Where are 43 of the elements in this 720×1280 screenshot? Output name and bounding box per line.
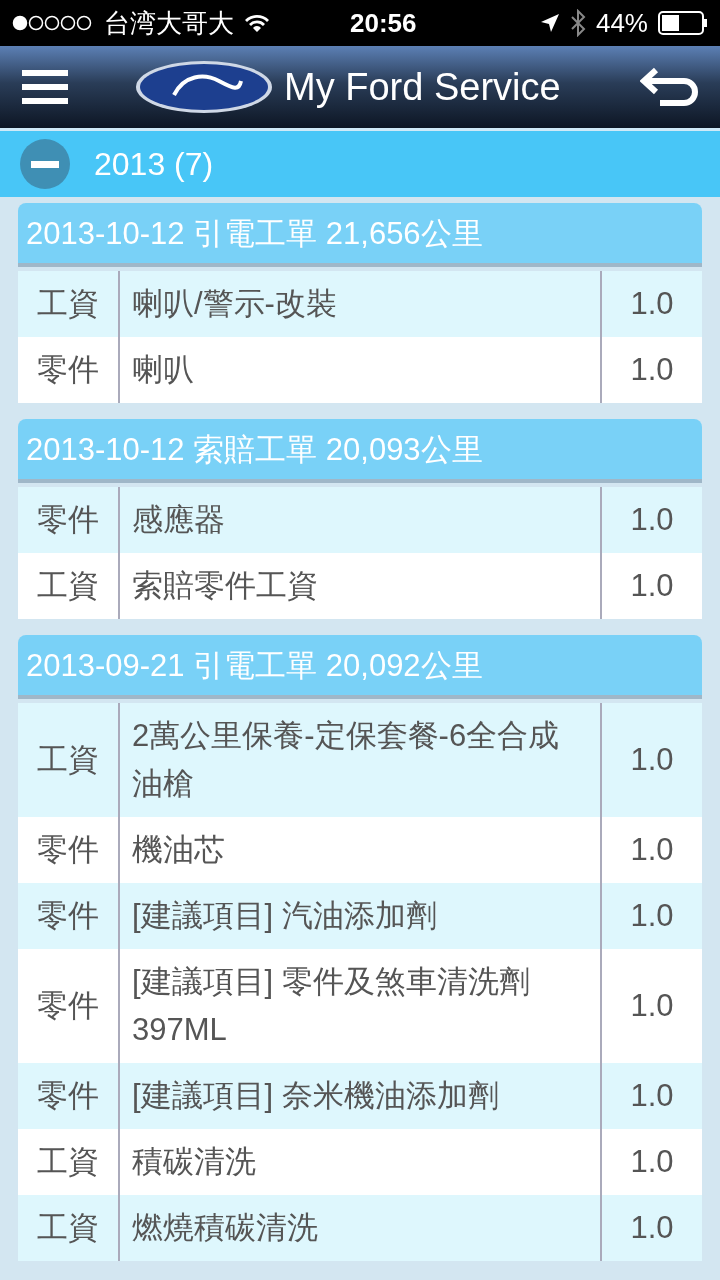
oval-logo-icon xyxy=(134,59,274,115)
battery-icon xyxy=(658,11,708,35)
order-title: 2013-10-12 索賠工單 20,093公里 xyxy=(18,419,702,483)
location-icon xyxy=(539,13,560,33)
status-time: 20:56 xyxy=(350,7,417,39)
table-cell-text: 零件 xyxy=(37,897,99,935)
table-cell: 1.0 xyxy=(630,742,674,778)
wifi-icon xyxy=(244,13,270,33)
table-cell-text: 零件 xyxy=(37,831,99,869)
table-cell: 1.0 xyxy=(630,898,674,934)
table-cell-text: 工資 xyxy=(37,1209,99,1247)
table-cell: 1.0 xyxy=(630,1078,674,1114)
order-title: 2013-09-21 引電工單 20,092公里 xyxy=(18,635,702,699)
table-cell-text: 零件 xyxy=(37,501,99,539)
table-cell: 喇叭 xyxy=(120,337,602,403)
table-cell: 1.0 xyxy=(630,1210,674,1246)
table-cell: 1.0 xyxy=(630,502,674,538)
order-title: 2013-10-12 引電工單 21,656公里 xyxy=(18,203,702,267)
table-cell: 索賠零件工資 xyxy=(120,553,602,619)
table-cell-text: 工資 xyxy=(37,285,99,323)
app-title: My Ford Service xyxy=(284,65,561,109)
table-cell-text: 工資 xyxy=(37,1143,99,1181)
table-cell-text: 工資 xyxy=(37,567,99,605)
table-cell-text: 零件 xyxy=(37,351,99,389)
group-title: 2013 (7) xyxy=(94,145,214,183)
menu-icon[interactable] xyxy=(22,70,68,104)
year-group-header[interactable]: 2013 (7) xyxy=(0,131,720,197)
table-cell: 燃燒積碳清洗 xyxy=(120,1195,602,1261)
battery-percent: 44% xyxy=(595,7,648,39)
table-cell-text: 零件 xyxy=(37,987,99,1025)
carrier-name: 台湾大哥大 xyxy=(104,6,234,40)
table-cell: 1.0 xyxy=(630,352,674,388)
table-cell: 1.0 xyxy=(630,988,674,1024)
back-icon[interactable] xyxy=(640,67,698,107)
bluetooth-icon xyxy=(569,9,586,37)
table-cell: 1.0 xyxy=(630,568,674,604)
signal-icon xyxy=(12,15,94,31)
table-cell: 1.0 xyxy=(630,286,674,322)
table-cell: 1.0 xyxy=(630,1144,674,1180)
table-cell-text: 零件 xyxy=(37,1077,99,1115)
collapse-icon[interactable] xyxy=(20,139,70,189)
table-cell: 1.0 xyxy=(630,832,674,868)
table-cell-text: 工資 xyxy=(37,741,99,779)
